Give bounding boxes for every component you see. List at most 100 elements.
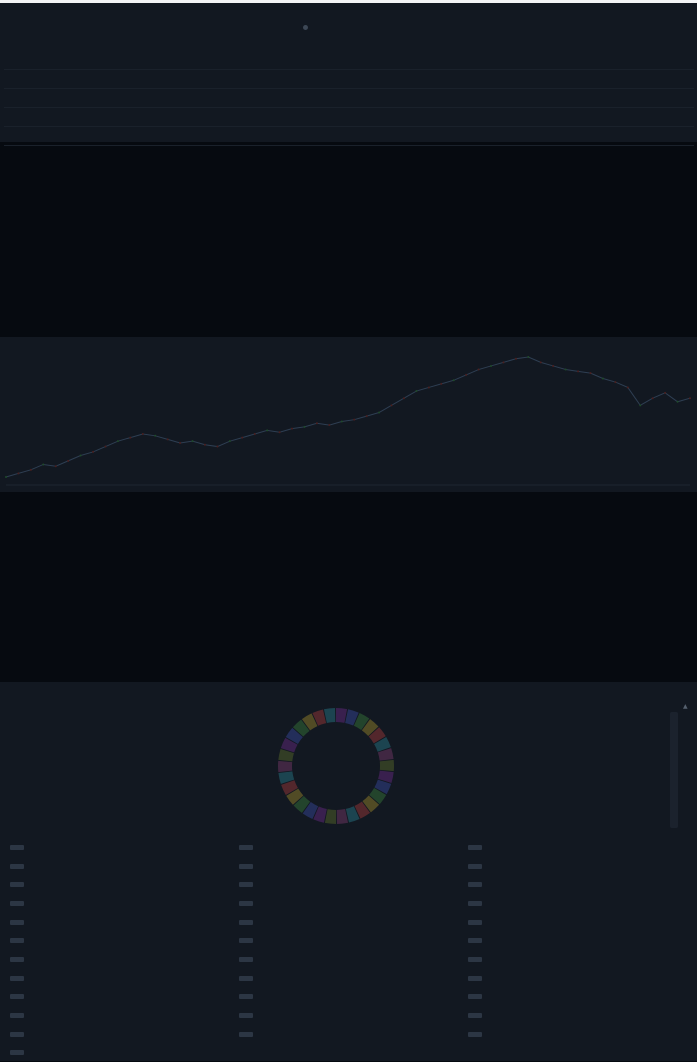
- data-point[interactable]: [427, 386, 430, 389]
- data-point[interactable]: [465, 373, 468, 376]
- data-point[interactable]: [54, 465, 57, 468]
- donut-chart[interactable]: [275, 705, 397, 827]
- data-point[interactable]: [353, 418, 356, 421]
- legend-item[interactable]: [468, 969, 697, 988]
- line-chart[interactable]: [0, 337, 697, 492]
- data-point[interactable]: [651, 397, 654, 400]
- data-point[interactable]: [378, 411, 381, 414]
- data-point[interactable]: [253, 433, 256, 436]
- legend-item[interactable]: [468, 838, 697, 857]
- legend-item[interactable]: [468, 913, 697, 932]
- donut-segment[interactable]: [379, 759, 394, 772]
- column-header[interactable]: [349, 51, 464, 70]
- donut-segment[interactable]: [336, 708, 348, 723]
- data-point[interactable]: [266, 429, 269, 432]
- column-header[interactable]: [234, 51, 349, 70]
- triangle-up-icon[interactable]: ▲: [683, 703, 688, 710]
- legend-item[interactable]: [10, 875, 239, 894]
- legend-item[interactable]: [10, 950, 239, 969]
- legend-item[interactable]: [10, 894, 239, 913]
- legend-scrollbar[interactable]: [670, 712, 678, 828]
- data-point[interactable]: [129, 436, 132, 439]
- data-point[interactable]: [315, 422, 318, 425]
- data-point[interactable]: [303, 425, 306, 428]
- data-point[interactable]: [104, 445, 107, 448]
- donut-segment[interactable]: [278, 760, 293, 773]
- data-point[interactable]: [203, 443, 206, 446]
- data-point[interactable]: [291, 427, 294, 430]
- table-row[interactable]: [4, 89, 694, 108]
- legend-item[interactable]: [468, 988, 697, 1007]
- legend-item[interactable]: [239, 875, 468, 894]
- data-point[interactable]: [340, 420, 343, 423]
- table-row[interactable]: [4, 70, 694, 89]
- legend-item[interactable]: [10, 857, 239, 876]
- data-point[interactable]: [5, 476, 7, 478]
- data-point[interactable]: [42, 463, 45, 466]
- data-point[interactable]: [191, 440, 194, 443]
- data-point[interactable]: [440, 382, 443, 385]
- data-point[interactable]: [328, 424, 331, 427]
- legend-item[interactable]: [10, 1044, 239, 1062]
- legend-item[interactable]: [468, 931, 697, 950]
- legend-item[interactable]: [10, 969, 239, 988]
- legend-item[interactable]: [239, 857, 468, 876]
- legend-item[interactable]: [239, 1006, 468, 1025]
- legend-item[interactable]: [468, 875, 697, 894]
- legend-item[interactable]: [10, 838, 239, 857]
- data-point[interactable]: [179, 441, 182, 444]
- column-header[interactable]: [119, 51, 234, 70]
- data-point[interactable]: [664, 391, 667, 394]
- legend-item[interactable]: [468, 950, 697, 969]
- data-point[interactable]: [92, 450, 95, 453]
- data-point[interactable]: [67, 459, 70, 462]
- data-point[interactable]: [564, 368, 567, 371]
- legend-item[interactable]: [239, 931, 468, 950]
- legend-item[interactable]: [468, 857, 697, 876]
- table-row[interactable]: [4, 108, 694, 127]
- data-point[interactable]: [601, 377, 604, 380]
- data-point[interactable]: [626, 386, 629, 389]
- data-point[interactable]: [415, 390, 418, 393]
- column-header[interactable]: [464, 51, 579, 70]
- data-point[interactable]: [216, 445, 219, 448]
- data-point[interactable]: [452, 379, 455, 382]
- legend-item[interactable]: [10, 913, 239, 932]
- legend-item[interactable]: [468, 1025, 697, 1044]
- data-point[interactable]: [154, 434, 157, 437]
- data-point[interactable]: [477, 368, 480, 371]
- legend-item[interactable]: [239, 838, 468, 857]
- legend-item[interactable]: [10, 931, 239, 950]
- data-point[interactable]: [514, 357, 517, 360]
- data-point[interactable]: [228, 440, 231, 443]
- data-point[interactable]: [166, 438, 169, 441]
- legend-item[interactable]: [10, 988, 239, 1007]
- data-point[interactable]: [79, 454, 82, 457]
- data-point[interactable]: [116, 440, 119, 443]
- legend-item[interactable]: [239, 1025, 468, 1044]
- data-point[interactable]: [552, 364, 555, 367]
- data-point[interactable]: [676, 400, 679, 403]
- table-row[interactable]: [4, 127, 694, 146]
- data-point[interactable]: [614, 381, 617, 384]
- data-point[interactable]: [241, 436, 244, 439]
- data-point[interactable]: [365, 415, 368, 418]
- data-point[interactable]: [390, 404, 393, 407]
- data-point[interactable]: [29, 468, 32, 471]
- data-point[interactable]: [639, 404, 642, 407]
- legend-item[interactable]: [239, 950, 468, 969]
- legend-item[interactable]: [239, 913, 468, 932]
- header-toggle-button[interactable]: [303, 25, 312, 30]
- data-point[interactable]: [577, 370, 580, 373]
- column-header[interactable]: [579, 51, 694, 70]
- data-point[interactable]: [490, 364, 493, 367]
- column-header[interactable]: [4, 51, 119, 70]
- legend-item[interactable]: [10, 1025, 239, 1044]
- data-point[interactable]: [689, 397, 691, 400]
- legend-item[interactable]: [239, 969, 468, 988]
- legend-item[interactable]: [468, 1006, 697, 1025]
- data-point[interactable]: [141, 433, 144, 436]
- legend-item[interactable]: [468, 894, 697, 913]
- legend-item[interactable]: [10, 1006, 239, 1025]
- donut-segment[interactable]: [336, 809, 349, 824]
